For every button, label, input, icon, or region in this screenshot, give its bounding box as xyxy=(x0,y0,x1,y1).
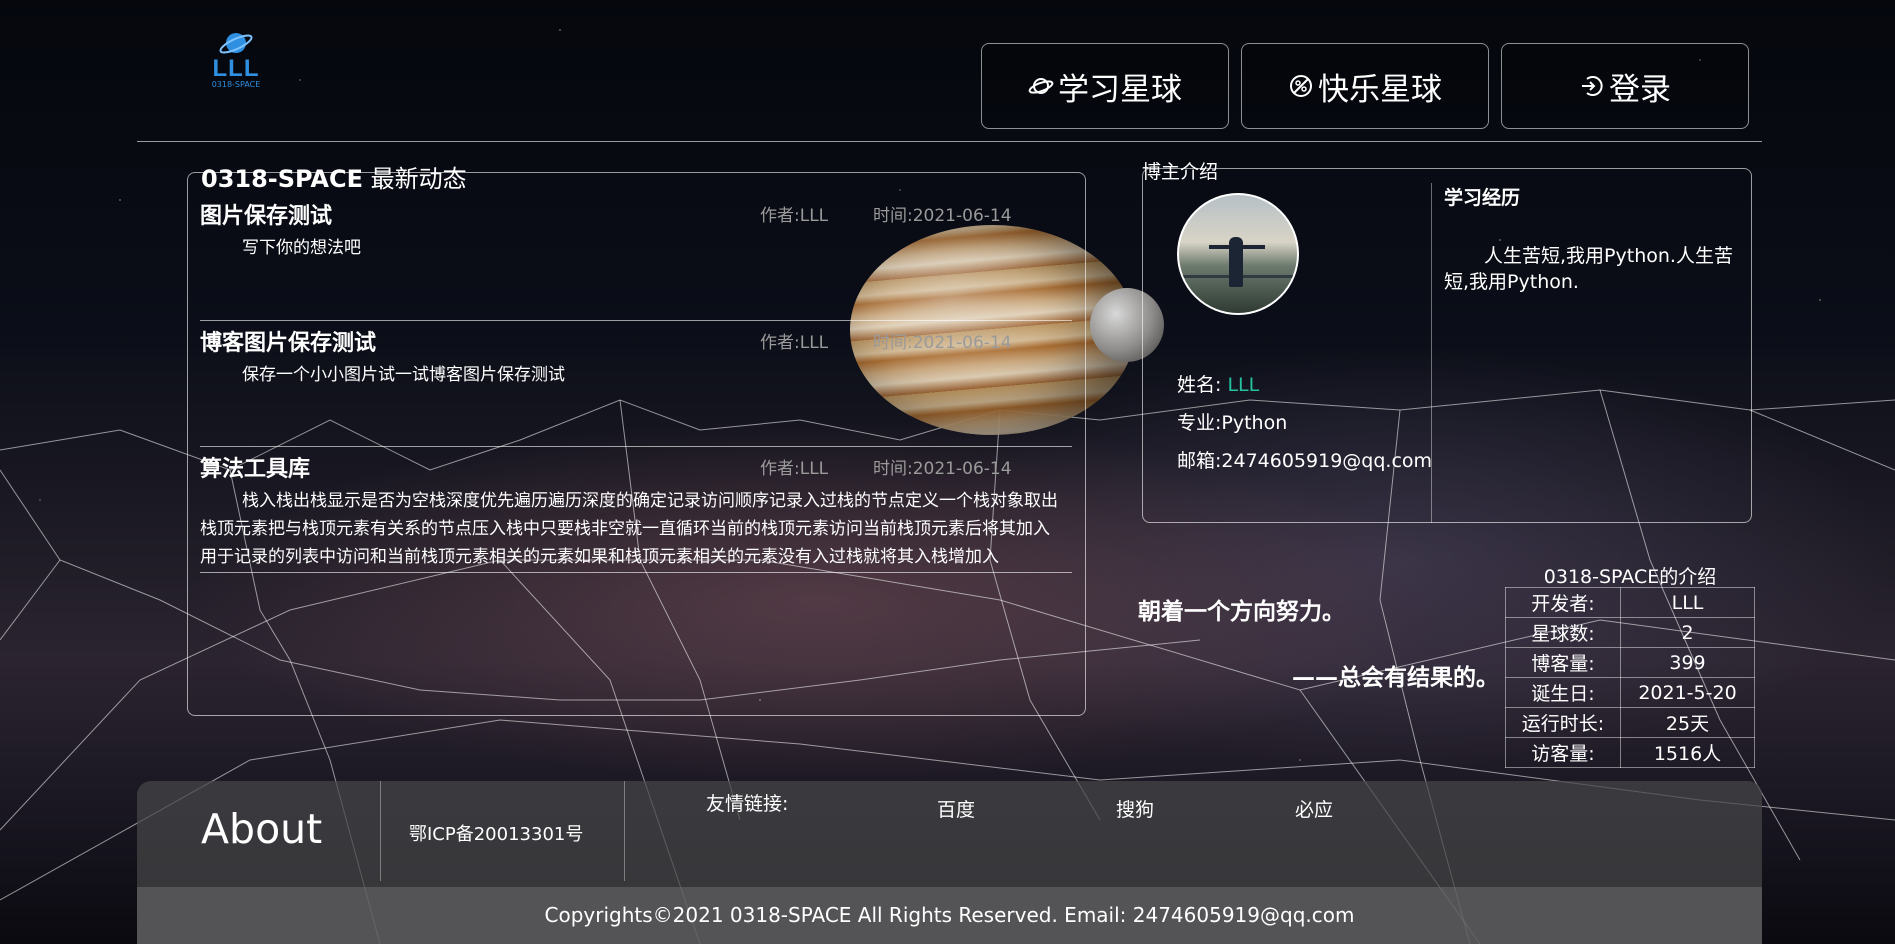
avatar xyxy=(1177,193,1299,315)
post-author: 作者:LLL xyxy=(760,206,829,226)
news-panel-title: 0318-SPACE 最新动态 xyxy=(201,165,467,193)
planet-logo-icon xyxy=(219,33,253,54)
friend-links-label: 友情链接: xyxy=(706,793,789,815)
post-divider xyxy=(200,446,1072,447)
stat-key: 星球数: xyxy=(1505,617,1621,648)
friend-link-bing[interactable]: 必应 xyxy=(1295,795,1333,822)
header-divider xyxy=(137,141,1762,142)
post-body: 写下你的想法吧 xyxy=(242,238,361,258)
table-row: 开发者: LLL xyxy=(1505,587,1755,618)
stat-key: 开发者: xyxy=(1505,587,1621,618)
stat-value: 399 xyxy=(1620,647,1755,678)
motto-line-1: 朝着一个方向努力。 xyxy=(1138,599,1345,625)
table-row: 诞生日: 2021-5-20 xyxy=(1505,677,1755,708)
footer-copyright: Copyrights©2021 0318-SPACE All Rights Re… xyxy=(137,887,1762,944)
table-row: 星球数: 2 xyxy=(1505,617,1755,648)
nav-login-button[interactable]: 登录 xyxy=(1501,43,1749,129)
study-experience-body: 人生苦短,我用Python.人生苦短,我用Python. xyxy=(1444,245,1733,293)
post-title[interactable]: 算法工具库 xyxy=(200,451,310,483)
friend-link-sogou[interactable]: 搜狗 xyxy=(1116,795,1154,822)
no-entry-planet-icon xyxy=(1290,75,1312,97)
logo-subtext: 0318-SPACE xyxy=(211,80,261,89)
bio-name: 姓名: LLL xyxy=(1177,374,1260,396)
nav-study-planet-button[interactable]: 学习星球 xyxy=(981,43,1229,129)
bio-name-value: LLL xyxy=(1227,374,1260,396)
table-row: 访客量: 1516人 xyxy=(1505,737,1755,768)
nav-study-planet-label: 学习星球 xyxy=(1058,71,1182,108)
stat-key: 访客量: xyxy=(1505,737,1621,768)
news-post: 博客图片保存测试 作者:LLL 时间:2021-06-14 保存一个小小图片试一… xyxy=(200,325,1070,435)
top-nav: 学习星球 快乐星球 登录 xyxy=(981,43,1749,129)
footer-icp-record[interactable]: 鄂ICP备20013301号 xyxy=(409,820,583,846)
footer-divider xyxy=(380,781,381,881)
post-divider xyxy=(200,572,1072,573)
nav-login-label: 登录 xyxy=(1609,71,1671,108)
post-body: 保存一个小小图片试一试博客图片保存测试 xyxy=(242,365,565,385)
site-logo[interactable]: LLL 0318-SPACE xyxy=(205,28,267,100)
stat-key: 诞生日: xyxy=(1505,677,1621,708)
post-title[interactable]: 图片保存测试 xyxy=(200,198,332,230)
study-experience-title: 学习经历 xyxy=(1444,187,1521,209)
post-time: 时间:2021-06-14 xyxy=(873,206,1012,226)
post-author: 作者:LLL xyxy=(760,459,829,479)
post-author: 作者:LLL xyxy=(760,333,829,353)
footer-divider xyxy=(624,781,625,881)
login-icon xyxy=(1582,76,1603,96)
news-post: 算法工具库 作者:LLL 时间:2021-06-14 栈入栈出栈显示是否为空栈深… xyxy=(200,451,1070,571)
friend-link-baidu[interactable]: 百度 xyxy=(937,795,975,822)
stat-key: 博客量: xyxy=(1505,647,1621,678)
footer: About 鄂ICP备20013301号 友情链接: 百度 搜狗 必应 Copy… xyxy=(137,781,1762,944)
nav-happy-planet-button[interactable]: 快乐星球 xyxy=(1241,43,1489,129)
stat-value: 2021-5-20 xyxy=(1620,677,1755,708)
blogger-intro-legend: 博主介绍 xyxy=(1142,161,1219,183)
news-post: 图片保存测试 作者:LLL 时间:2021-06-14 写下你的想法吧 xyxy=(200,198,1070,308)
stat-value: LLL xyxy=(1620,587,1755,618)
bio-major: 专业:Python xyxy=(1177,412,1288,434)
motto-line-2: ——总会有结果的。 xyxy=(1292,665,1499,691)
footer-about-heading: About xyxy=(201,805,323,853)
stat-value: 25天 xyxy=(1620,707,1755,738)
logo-text: LLL xyxy=(212,55,260,82)
stat-value: 1516人 xyxy=(1620,737,1755,768)
bio-email: 邮箱:2474605919@qq.com xyxy=(1177,450,1433,472)
bio-divider xyxy=(1431,183,1432,523)
post-divider xyxy=(200,320,1072,321)
nav-happy-planet-label: 快乐星球 xyxy=(1318,71,1442,108)
post-body: 栈入栈出栈显示是否为空栈深度优先遍历遍历深度的确定记录访问顺序记录入过栈的节点定… xyxy=(200,491,1058,567)
site-stats-caption: 0318-SPACE的介绍 xyxy=(1543,566,1717,588)
table-row: 博客量: 399 xyxy=(1505,647,1755,678)
site-stats-table: 开发者: LLL 星球数: 2 博客量: 399 诞生日: 2021-5-20 运行时长… xyxy=(1505,587,1755,768)
table-row: 运行时长: 25天 xyxy=(1505,707,1755,738)
post-time: 时间:2021-06-14 xyxy=(873,333,1012,353)
post-time: 时间:2021-06-14 xyxy=(873,459,1012,479)
planet-icon xyxy=(1028,78,1054,94)
stat-key: 运行时长: xyxy=(1505,707,1621,738)
post-title[interactable]: 博客图片保存测试 xyxy=(200,325,376,357)
stat-value: 2 xyxy=(1620,617,1755,648)
